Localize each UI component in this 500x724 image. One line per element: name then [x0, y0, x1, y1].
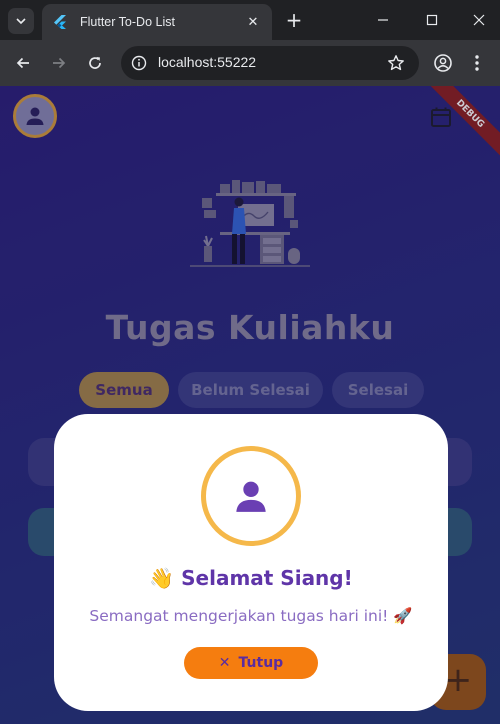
browser-toolbar: localhost:55222: [0, 40, 500, 86]
url-text: localhost:55222: [158, 54, 257, 70]
more-menu-icon[interactable]: [466, 52, 488, 74]
new-tab-button[interactable]: +: [284, 10, 304, 30]
person-icon: [236, 481, 266, 512]
address-bar[interactable]: localhost:55222: [121, 46, 419, 80]
app-viewport: DEBUG Tugas Kuliahku Semua Belum Selesai…: [0, 86, 500, 724]
maximize-button[interactable]: [422, 10, 442, 30]
close-dialog-button[interactable]: ✕ Tutup: [184, 647, 318, 679]
wave-emoji: 👋: [149, 566, 175, 590]
greeting-message: Semangat mengerjakan tugas hari ini! 🚀: [89, 607, 413, 625]
reload-icon[interactable]: [84, 52, 106, 74]
tab-search-icon[interactable]: [8, 8, 34, 34]
greeting-dialog: 👋 Selamat Siang! Semangat mengerjakan tu…: [54, 414, 448, 711]
close-icon: ✕: [218, 655, 231, 671]
dialog-avatar: [201, 446, 301, 546]
flutter-logo-icon: [52, 14, 68, 30]
browser-tab[interactable]: Flutter To-Do List ✕: [42, 4, 272, 40]
bookmark-star-icon[interactable]: [387, 54, 405, 72]
profile-icon[interactable]: [432, 52, 454, 74]
site-info-icon[interactable]: [131, 55, 147, 71]
tab-close-button[interactable]: ✕: [244, 15, 262, 30]
window-close-button[interactable]: [469, 10, 489, 30]
greeting-title: 👋 Selamat Siang!: [54, 566, 448, 590]
back-arrow-icon[interactable]: [12, 52, 34, 74]
tab-strip: Flutter To-Do List ✕ +: [0, 0, 500, 40]
close-button-label: Tutup: [238, 655, 284, 671]
tab-title: Flutter To-Do List: [80, 15, 175, 29]
forward-arrow-icon[interactable]: [48, 52, 70, 74]
minimize-button[interactable]: [373, 10, 393, 30]
greeting-text: Selamat Siang!: [181, 566, 353, 590]
